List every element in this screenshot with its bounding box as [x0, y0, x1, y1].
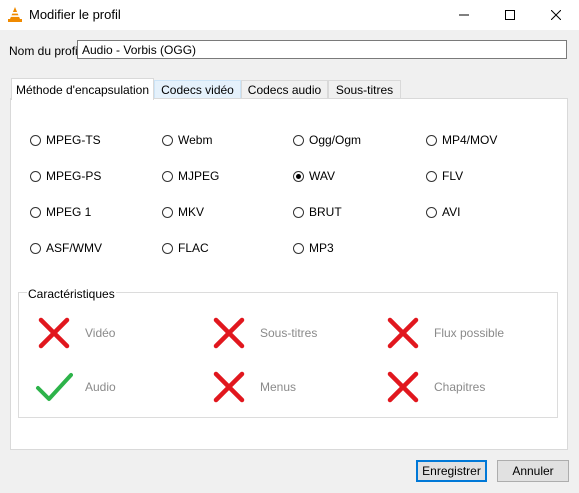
- radio-flac[interactable]: FLAC: [162, 241, 209, 255]
- radio-circle[interactable]: [162, 242, 173, 254]
- radio-ogg-ogm[interactable]: Ogg/Ogm: [293, 133, 361, 147]
- radio-mp4-mov[interactable]: MP4/MOV: [426, 133, 497, 147]
- radio-label: AVI: [442, 205, 461, 219]
- radio-label: MJPEG: [178, 169, 220, 183]
- cross-icon: [210, 368, 248, 406]
- window-title: Modifier le profil: [29, 7, 121, 22]
- check-icon: [35, 368, 73, 406]
- cross-icon: [35, 314, 73, 352]
- vlc-cone-icon: [8, 7, 22, 22]
- feature-label: Audio: [85, 380, 116, 394]
- title-bar: Modifier le profil: [0, 0, 579, 30]
- radio-label: MP3: [309, 241, 334, 255]
- radio-label: MKV: [178, 205, 205, 219]
- radio-circle[interactable]: [162, 170, 173, 182]
- radio-mpeg-ts[interactable]: MPEG-TS: [30, 133, 101, 147]
- radio-label: Webm: [178, 133, 213, 147]
- radio-asf-wmv[interactable]: ASF/WMV: [30, 241, 102, 255]
- tab-label: Sous-titres: [335, 83, 394, 97]
- feature-label: Sous-titres: [260, 326, 318, 340]
- feature-label: Menus: [260, 380, 297, 394]
- feature-item: Sous-titres: [210, 314, 317, 352]
- radio-mkv[interactable]: MKV: [162, 205, 204, 219]
- tab-video-codecs[interactable]: Codecs vidéo: [154, 80, 241, 99]
- feature-label: Flux possible: [434, 326, 505, 340]
- radio-mpeg-1[interactable]: MPEG 1: [30, 205, 91, 219]
- profile-name-label: Nom du profil: [9, 44, 81, 58]
- radio-circle[interactable]: [293, 134, 304, 146]
- radio-circle[interactable]: [426, 206, 437, 218]
- radio-label: MP4/MOV: [442, 133, 498, 147]
- tab-encapsulation[interactable]: Méthode d'encapsulation: [11, 78, 154, 100]
- radio-circle[interactable]: [293, 170, 304, 182]
- maximize-icon: [505, 10, 515, 20]
- radio-mjpeg[interactable]: MJPEG: [162, 169, 219, 183]
- radio-circle[interactable]: [30, 242, 41, 254]
- minimize-icon: [459, 14, 469, 16]
- radio-circle[interactable]: [293, 242, 304, 254]
- radio-label: Ogg/Ogm: [309, 133, 362, 147]
- radio-circle[interactable]: [293, 206, 304, 218]
- radio-label: MPEG-TS: [46, 133, 101, 147]
- close-button[interactable]: [533, 0, 579, 30]
- cross-icon: [384, 368, 422, 406]
- cross-icon: [210, 314, 248, 352]
- tab-label: Codecs audio: [247, 83, 322, 97]
- profile-name-input[interactable]: [77, 40, 567, 59]
- radio-mp3[interactable]: MP3: [293, 241, 334, 255]
- cancel-button[interactable]: Annuler: [497, 460, 569, 482]
- tab-subtitles[interactable]: Sous-titres: [328, 80, 401, 99]
- feature-item: Chapitres: [384, 368, 485, 406]
- radio-label: BRUT: [309, 205, 342, 219]
- radio-label: FLAC: [178, 241, 209, 255]
- feature-item: Audio: [35, 368, 116, 406]
- tab-audio-codecs[interactable]: Codecs audio: [241, 80, 328, 99]
- feature-item: Vidéo: [35, 314, 115, 352]
- tab-label: Codecs vidéo: [161, 83, 234, 97]
- maximize-button[interactable]: [487, 0, 533, 30]
- radio-label: MPEG 1: [46, 205, 92, 219]
- radio-brut[interactable]: BRUT: [293, 205, 342, 219]
- close-icon: [551, 10, 561, 20]
- radio-circle[interactable]: [426, 134, 437, 146]
- radio-circle[interactable]: [30, 170, 41, 182]
- minimize-button[interactable]: [441, 0, 487, 30]
- feature-item: Flux possible: [384, 314, 504, 352]
- tab-label: Méthode d'encapsulation: [15, 82, 150, 97]
- radio-circle[interactable]: [30, 134, 41, 146]
- radio-circle[interactable]: [30, 206, 41, 218]
- feature-item: Menus: [210, 368, 296, 406]
- radio-label: ASF/WMV: [46, 241, 102, 255]
- radio-label: WAV: [309, 169, 335, 183]
- radio-circle[interactable]: [162, 206, 173, 218]
- radio-wav[interactable]: WAV: [293, 169, 335, 183]
- features-title: Caractéristiques: [27, 287, 116, 301]
- radio-flv[interactable]: FLV: [426, 169, 463, 183]
- radio-webm[interactable]: Webm: [162, 133, 212, 147]
- radio-mpeg-ps[interactable]: MPEG-PS: [30, 169, 101, 183]
- feature-label: Chapitres: [434, 380, 486, 394]
- save-button[interactable]: Enregistrer: [416, 460, 487, 482]
- radio-avi[interactable]: AVI: [426, 205, 460, 219]
- radio-label: FLV: [442, 169, 464, 183]
- radio-circle[interactable]: [426, 170, 437, 182]
- cross-icon: [384, 314, 422, 352]
- radio-circle[interactable]: [162, 134, 173, 146]
- radio-label: MPEG-PS: [46, 169, 102, 183]
- feature-label: Vidéo: [85, 326, 116, 340]
